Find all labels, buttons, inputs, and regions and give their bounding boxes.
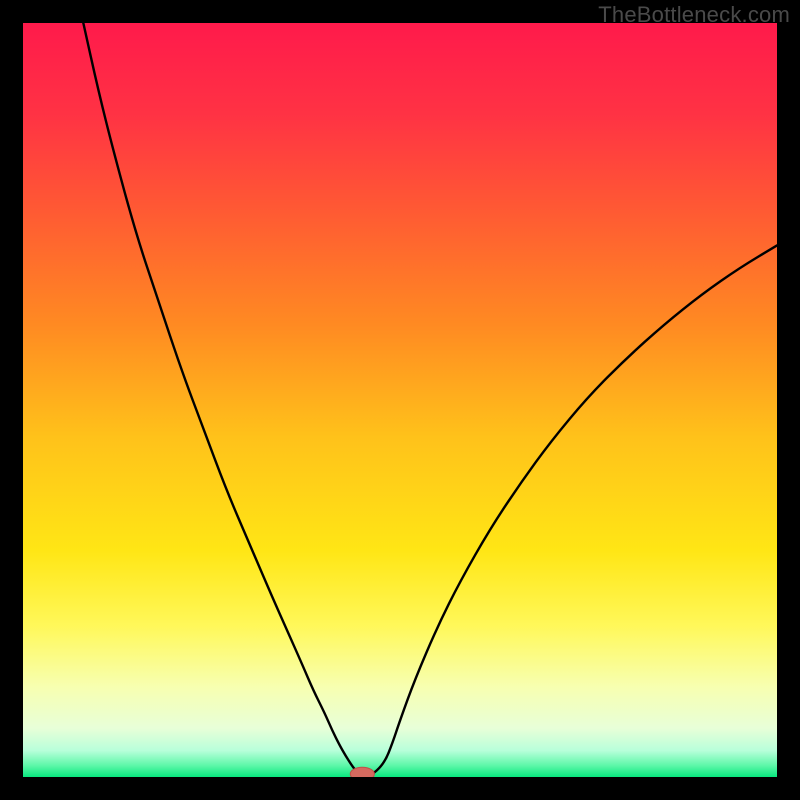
chart-svg [23,23,777,777]
gradient-background [23,23,777,777]
optimal-point-marker [350,767,374,777]
chart-frame: TheBottleneck.com [0,0,800,800]
plot-area [23,23,777,777]
